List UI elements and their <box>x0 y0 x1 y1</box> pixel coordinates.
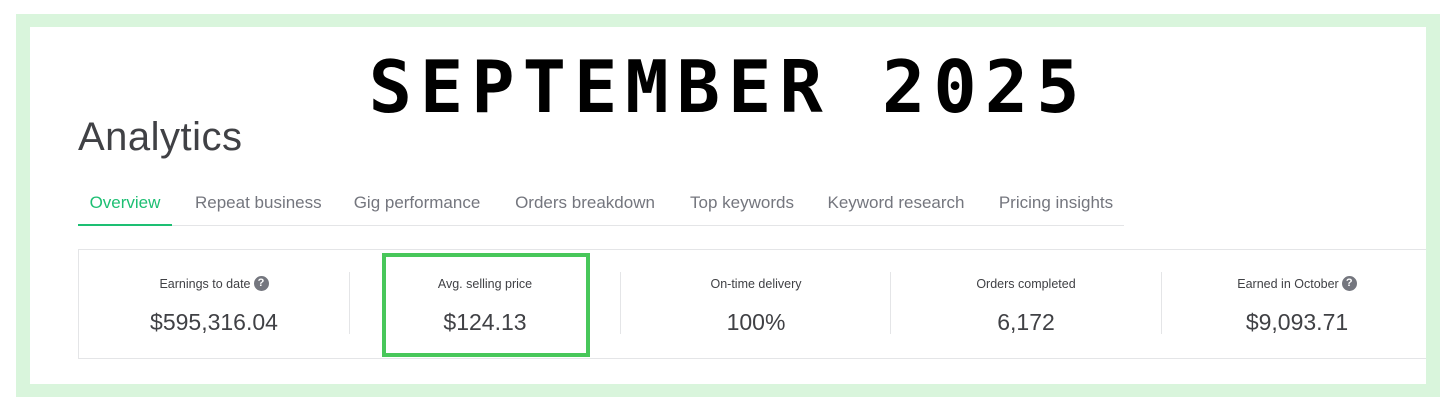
stat-earned-in-october: Earned in October? $9,093.71 <box>1162 250 1426 358</box>
tab-orders-breakdown[interactable]: Orders breakdown <box>514 187 656 225</box>
analytics-tabs: Overview Repeat business Gig performance… <box>78 187 1124 226</box>
stats-row: Earnings to date? $595,316.04 Avg. selli… <box>78 249 1426 359</box>
tab-repeat-business[interactable]: Repeat business <box>195 187 322 225</box>
stat-label: Orders completed <box>976 277 1076 291</box>
stat-label: Earnings to date? <box>79 276 349 292</box>
page-title: Analytics <box>78 115 243 159</box>
stat-on-time-delivery: On-time delivery 100% <box>621 250 891 358</box>
stat-value: 6,172 <box>997 309 1055 335</box>
stat-value: $595,316.04 <box>150 309 278 335</box>
stat-earnings-to-date: Earnings to date? $595,316.04 <box>79 250 349 358</box>
question-circle-icon[interactable]: ? <box>1341 276 1357 292</box>
tab-keyword-research[interactable]: Keyword research <box>827 187 965 225</box>
highlight-box <box>382 253 590 357</box>
stat-label: Earned in October? <box>1162 276 1426 292</box>
tab-gig-performance[interactable]: Gig performance <box>353 187 481 225</box>
tab-pricing-insights[interactable]: Pricing insights <box>998 187 1114 225</box>
tab-overview[interactable]: Overview <box>78 187 172 226</box>
question-circle-icon[interactable]: ? <box>253 276 269 292</box>
stat-value: 100% <box>726 309 786 335</box>
stat-orders-completed: Orders completed 6,172 <box>891 250 1161 358</box>
tab-top-keywords[interactable]: Top keywords <box>689 187 795 225</box>
stat-value: $9,093.71 <box>1245 309 1349 335</box>
stat-label: On-time delivery <box>710 277 802 291</box>
analytics-panel: SEPTEMBER 2025 Analytics Overview Repeat… <box>30 27 1426 384</box>
